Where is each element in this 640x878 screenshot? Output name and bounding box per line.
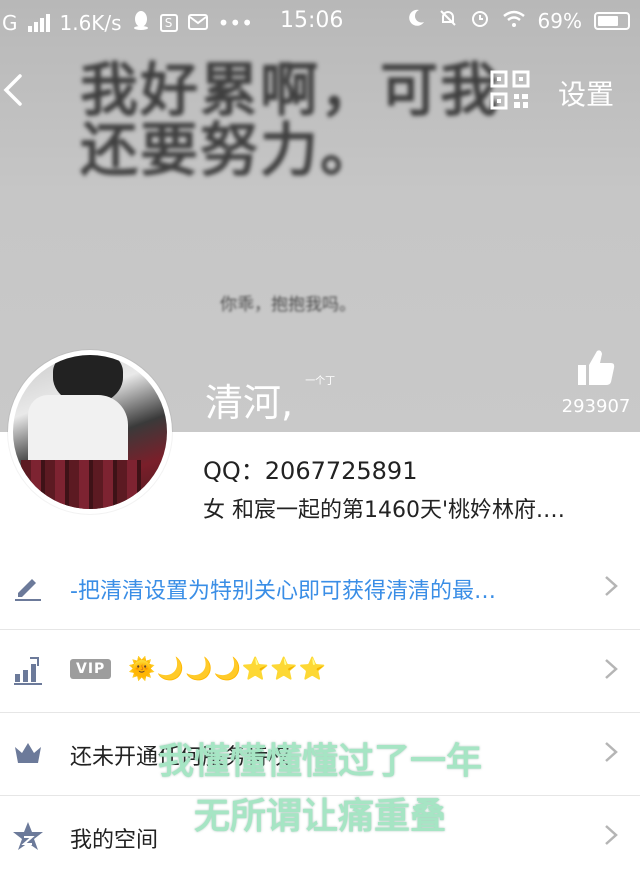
qq-penguin-icon bbox=[132, 10, 150, 35]
nickname: 清河, 一个丁 bbox=[205, 372, 335, 427]
mute-bell-icon bbox=[438, 8, 458, 33]
chevron-right-icon bbox=[605, 576, 618, 596]
vip-level-content: VIP 🌞🌙🌙🌙⭐⭐⭐ bbox=[70, 656, 570, 682]
battery-icon bbox=[594, 11, 630, 30]
qr-code-button[interactable] bbox=[490, 70, 530, 110]
moon-icon bbox=[406, 8, 426, 33]
s-app-icon: S bbox=[159, 13, 178, 32]
vip-level-row[interactable]: VIP 🌞🌙🌙🌙⭐⭐⭐ bbox=[0, 630, 640, 713]
network-label: G bbox=[2, 10, 18, 35]
cover-signature: 我好累啊，可我还要努力。 bbox=[80, 56, 501, 184]
qr-code-icon bbox=[490, 70, 530, 110]
rank-icon bbox=[12, 654, 44, 686]
lyric-overlay-line1: 我懂懂懂懂过了一年 bbox=[157, 741, 482, 782]
nickname-text: 清河, bbox=[205, 381, 294, 425]
qq-number: QQ：2067725891 bbox=[203, 457, 418, 485]
status-bar: G 1.6K/s S ••• 15:06 69% bbox=[0, 0, 640, 44]
cover-signature-sub: 你乖，抱抱我吗。 bbox=[220, 295, 356, 315]
like-count: 293907 bbox=[561, 396, 631, 417]
pencil-icon bbox=[12, 571, 44, 603]
network-speed: 1.6K/s bbox=[59, 10, 122, 35]
signal-icon bbox=[27, 13, 50, 32]
more-dots-icon: ••• bbox=[217, 10, 253, 35]
like-button[interactable]: 293907 bbox=[556, 348, 636, 417]
wifi-icon bbox=[502, 9, 526, 33]
mail-icon bbox=[187, 11, 208, 35]
thumbs-up-icon bbox=[578, 350, 615, 385]
clock: 15:06 bbox=[280, 8, 344, 33]
nickname-tail: 一个丁 bbox=[305, 376, 336, 387]
lyric-overlay-line2: 无所谓让痛重叠 bbox=[193, 796, 446, 837]
settings-button[interactable]: 设置 bbox=[558, 73, 614, 113]
avatar-image bbox=[13, 355, 167, 509]
special-care-text: -把清清设置为特别关心即可获得清清的最… bbox=[70, 579, 496, 604]
level-icons: 🌞🌙🌙🌙⭐⭐⭐ bbox=[128, 656, 328, 682]
bio-text: 女 和宸一起的第1460天'桃妗林府.… bbox=[203, 498, 566, 523]
special-care-row[interactable]: -把清清设置为特别关心即可获得清清的最… bbox=[0, 547, 640, 630]
vip-badge: VIP bbox=[70, 659, 112, 679]
chevron-left-icon bbox=[3, 74, 22, 106]
avatar[interactable] bbox=[8, 350, 172, 514]
chevron-right-icon bbox=[605, 659, 618, 679]
battery-percent: 69% bbox=[537, 8, 582, 33]
alarm-icon bbox=[470, 8, 490, 33]
back-button[interactable] bbox=[0, 68, 36, 112]
